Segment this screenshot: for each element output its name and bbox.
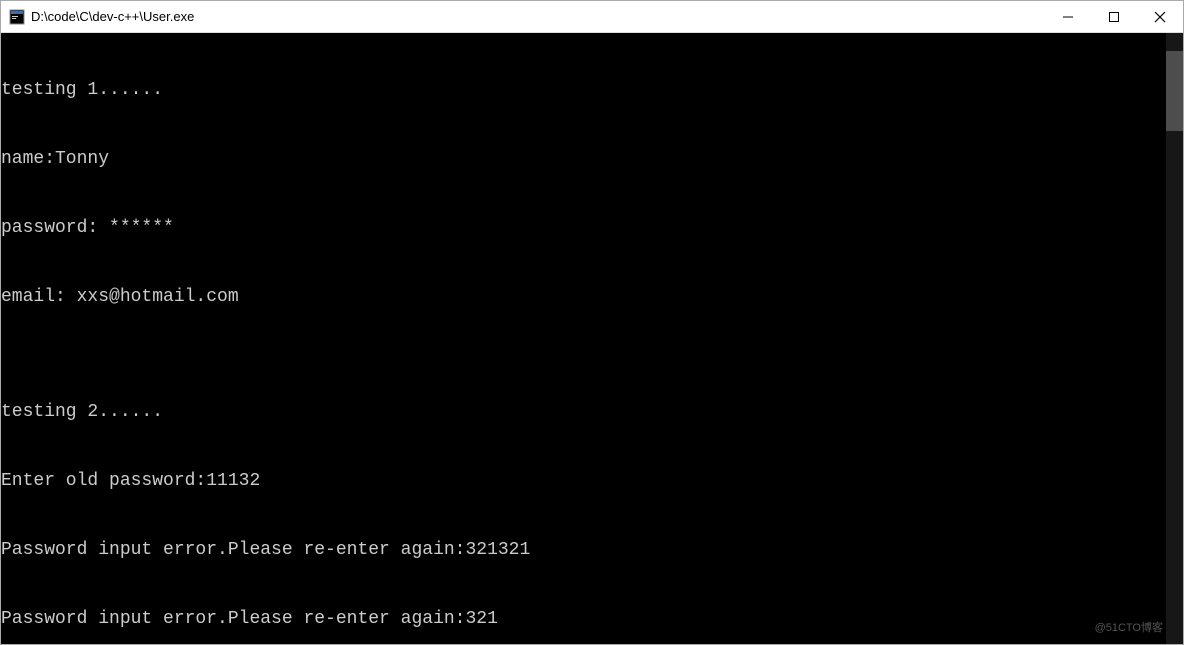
console-line: password: ****** [1,217,1183,240]
console-line: testing 1...... [1,79,1183,102]
close-button[interactable] [1137,1,1183,32]
scrollbar-thumb[interactable] [1166,51,1183,131]
scrollbar[interactable] [1166,33,1183,644]
console-line: Password input error.Please re-enter aga… [1,608,1183,631]
console-window: D:\code\C\dev-c++\User.exe testing 1.... [0,0,1184,645]
window-controls [1045,1,1183,32]
console-line: email: xxs@hotmail.com [1,286,1183,309]
maximize-button[interactable] [1091,1,1137,32]
watermark: @51CTO博客 [1095,617,1163,640]
console-output[interactable]: testing 1...... name:Tonny password: ***… [1,33,1183,644]
app-icon [9,9,25,25]
console-line: name:Tonny [1,148,1183,171]
console-line: Enter old password:11132 [1,470,1183,493]
console-line: testing 2...... [1,401,1183,424]
minimize-button[interactable] [1045,1,1091,32]
console-line: Password input error.Please re-enter aga… [1,539,1183,562]
titlebar[interactable]: D:\code\C\dev-c++\User.exe [1,1,1183,33]
window-title: D:\code\C\dev-c++\User.exe [31,9,1045,24]
